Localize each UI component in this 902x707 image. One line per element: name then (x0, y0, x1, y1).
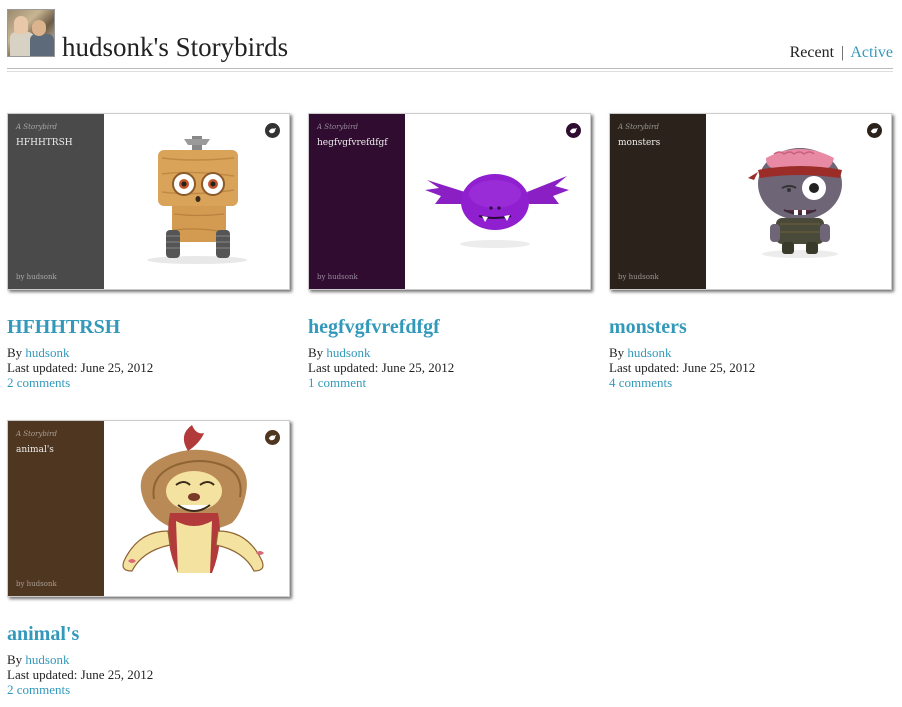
updated-date: June 25, 2012 (80, 667, 154, 682)
book-cover[interactable]: A Storybird hegfvgfvrefdfgf by hudsonk (308, 113, 591, 290)
comments-link[interactable]: 2 comments (7, 682, 70, 697)
storybird-title[interactable]: animal's (7, 623, 290, 645)
storybird-card: A Storybird HFHHTRSH by hudsonk HFHHTRSH… (7, 113, 290, 390)
zombie-monster-illustration (706, 114, 891, 289)
storybird-title[interactable]: hegfvgfvrefdfgf (308, 316, 591, 338)
storybird-title[interactable]: monsters (609, 316, 892, 338)
updated-line: Last updated: June 25, 2012 (7, 360, 290, 375)
book-cover[interactable]: A Storybird HFHHTRSH by hudsonk (7, 113, 290, 290)
cover-kicker: A Storybird (16, 430, 57, 438)
storybird-title[interactable]: HFHHTRSH (7, 316, 290, 338)
updated-date: June 25, 2012 (80, 360, 154, 375)
by-label: By (7, 652, 23, 667)
purple-bat-illustration (405, 114, 590, 289)
author-link[interactable]: hudsonk (326, 345, 370, 360)
page-title: hudsonk's Storybirds (62, 32, 289, 62)
storybird-card: A Storybird animal's by hudsonk animal's… (7, 420, 290, 697)
cover-spine: A Storybird monsters by hudsonk (610, 114, 706, 289)
comments-link[interactable]: 1 comment (308, 375, 366, 390)
cover-title: HFHHTRSH (16, 138, 73, 148)
author-link[interactable]: hudsonk (25, 652, 69, 667)
wooden-robot-illustration (104, 114, 289, 289)
cover-kicker: A Storybird (317, 123, 358, 131)
cover-byline: by hudsonk (317, 273, 358, 281)
storybird-card: A Storybird hegfvgfvrefdfgf by hudsonk h… (308, 113, 591, 390)
by-label: By (308, 345, 324, 360)
cover-kicker: A Storybird (618, 123, 659, 131)
comments-line: 1 comment (308, 375, 591, 390)
cover-spine: A Storybird animal's by hudsonk (8, 421, 104, 596)
cartoon-lion-illustration (104, 421, 289, 596)
avatar[interactable] (7, 9, 55, 57)
updated-line: Last updated: June 25, 2012 (609, 360, 892, 375)
author-line: By hudsonk (308, 345, 591, 360)
updated-date: June 25, 2012 (682, 360, 756, 375)
sort-tabs: Recent | Active (790, 43, 893, 63)
author-line: By hudsonk (7, 652, 290, 667)
storybird-card: A Storybird monsters by hudsonk monsters… (609, 113, 892, 390)
cover-byline: by hudsonk (16, 273, 57, 281)
updated-line: Last updated: June 25, 2012 (308, 360, 591, 375)
tab-active[interactable]: Active (850, 44, 893, 61)
cover-title: hegfvgfvrefdfgf (317, 138, 388, 148)
author-line: By hudsonk (609, 345, 892, 360)
storybird-icon (867, 123, 882, 138)
updated-label: Last updated: (308, 360, 379, 375)
comments-link[interactable]: 2 comments (7, 375, 70, 390)
comments-line: 4 comments (609, 375, 892, 390)
comments-link[interactable]: 4 comments (609, 375, 672, 390)
header-divider (7, 68, 893, 69)
profile-header: hudsonk's Storybirds Recent | Active (7, 9, 893, 71)
storybird-icon (566, 123, 581, 138)
cover-byline: by hudsonk (16, 580, 57, 588)
comments-line: 2 comments (7, 375, 290, 390)
storybird-icon (265, 123, 280, 138)
cover-title: animal's (16, 445, 54, 455)
book-cover[interactable]: A Storybird animal's by hudsonk (7, 420, 290, 597)
tab-recent[interactable]: Recent (790, 44, 834, 61)
updated-label: Last updated: (7, 667, 78, 682)
updated-line: Last updated: June 25, 2012 (7, 667, 290, 682)
author-line: By hudsonk (7, 345, 290, 360)
tab-separator: | (841, 44, 845, 61)
cover-spine: A Storybird HFHHTRSH by hudsonk (8, 114, 104, 289)
author-link[interactable]: hudsonk (25, 345, 69, 360)
cover-spine: A Storybird hegfvgfvrefdfgf by hudsonk (309, 114, 405, 289)
updated-label: Last updated: (7, 360, 78, 375)
updated-label: Last updated: (609, 360, 680, 375)
by-label: By (7, 345, 23, 360)
cover-title: monsters (618, 138, 661, 148)
cover-kicker: A Storybird (16, 123, 57, 131)
storybird-icon (265, 430, 280, 445)
book-cover[interactable]: A Storybird monsters by hudsonk (609, 113, 892, 290)
header-divider-secondary (7, 71, 893, 72)
cover-byline: by hudsonk (618, 273, 659, 281)
by-label: By (609, 345, 625, 360)
updated-date: June 25, 2012 (381, 360, 455, 375)
comments-line: 2 comments (7, 682, 290, 697)
author-link[interactable]: hudsonk (627, 345, 671, 360)
